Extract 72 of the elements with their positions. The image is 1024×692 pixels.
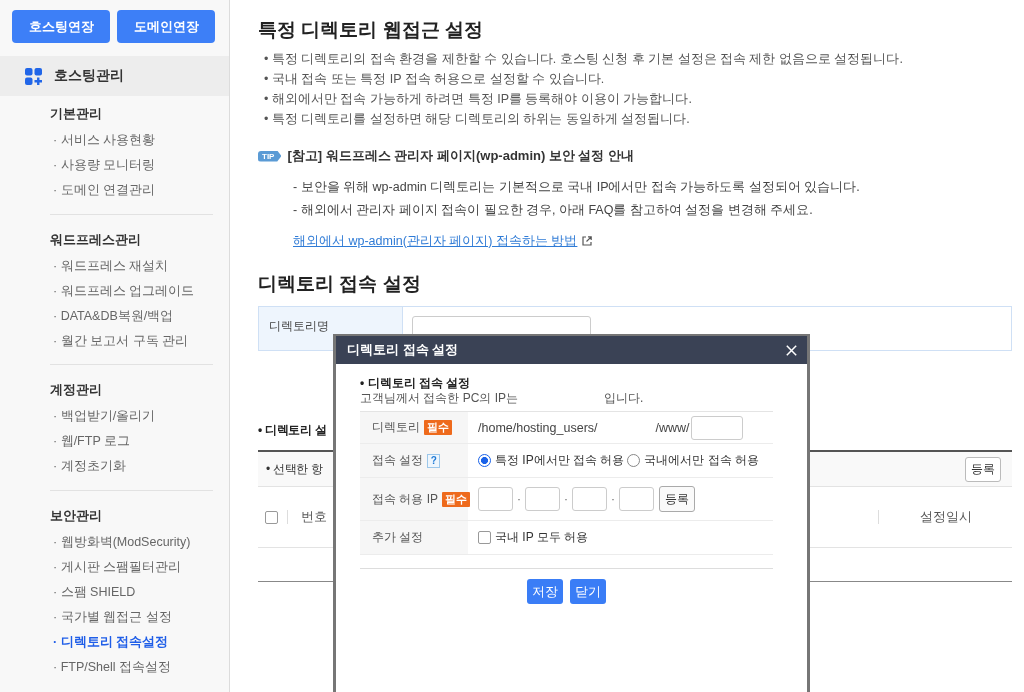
menu-title[interactable]: 호스팅관리	[54, 67, 124, 85]
select-all-checkbox[interactable]	[265, 510, 278, 524]
field-label: 접속 허용 IP	[372, 490, 438, 508]
field-label: 디렉토리	[372, 419, 420, 436]
page-title: 특정 디렉토리 웹접근 설정	[258, 18, 483, 42]
path-text: /www/	[655, 420, 690, 435]
ip-separator: ·	[611, 492, 615, 506]
menu-item[interactable]: · 디렉토리 접속설정	[50, 629, 169, 655]
ip-notice-text: 고객님께서 접속한 PC의 IP는	[360, 391, 518, 405]
menu-item[interactable]: · 웹방화벽(ModSecurity)	[50, 529, 191, 555]
menu-group-title: 기본관리	[50, 105, 102, 123]
menu-item[interactable]: · 사용량 모니터링	[50, 153, 156, 178]
radio-button[interactable]	[478, 454, 491, 467]
radio-label: 특정 IP에서만 접속 허용	[495, 452, 625, 469]
field-label: 접속 설정	[372, 452, 424, 469]
column-header: 설정일시	[919, 508, 972, 526]
register-button[interactable]: 등록	[965, 456, 1001, 482]
menu-item[interactable]: · 도메인 연결관리	[50, 178, 156, 203]
menu-item[interactable]: · 워드프레스 재설치	[50, 253, 169, 279]
menu-item[interactable]: · 월간 보고서 구독 관리	[50, 328, 189, 354]
ip-separator: ·	[517, 492, 521, 506]
ip-separator: ·	[564, 492, 568, 506]
menu-item[interactable]: · 스팸 SHIELD	[50, 579, 136, 605]
ip-notice-text: 입니다.	[604, 391, 644, 405]
menu-item[interactable]: · FTP/Shell 접속설정	[50, 654, 171, 680]
ip-input[interactable]	[478, 487, 513, 511]
menu-group-title: 계정관리	[50, 381, 102, 399]
menu-item[interactable]: · 국가별 웹접근 설정	[50, 604, 172, 630]
radio-label: 국내에서만 접속 허용	[644, 452, 759, 469]
ip-input[interactable]	[525, 487, 560, 511]
menu-group-title: 워드프레스관리	[50, 230, 141, 249]
close-icon[interactable]	[786, 344, 797, 356]
menu-item[interactable]: · 게시판 스팸필터관리	[50, 554, 182, 580]
radio-button[interactable]	[627, 454, 641, 467]
section-title: 디렉토리 접속 설정	[258, 272, 421, 296]
required-badge: 필수	[424, 420, 452, 435]
menu-item[interactable]: · 서비스 사용현황	[50, 128, 156, 153]
menu-item[interactable]: · 계정초기화	[50, 454, 126, 479]
domain-renewal-button[interactable]: 도메인연장	[117, 10, 215, 43]
subdirectory-input[interactable]	[690, 415, 743, 440]
hosting-renewal-button[interactable]: 호스팅연장	[12, 10, 110, 43]
path-text: /home/hosting_users/	[478, 420, 598, 435]
menu-item[interactable]: · 백업받기/올리기	[50, 404, 156, 429]
menu-item[interactable]: · 워드프레스 업그레이드	[50, 278, 195, 304]
faq-link[interactable]: 해외에서 wp-admin(관리자 페이지) 접속하는 방법	[293, 232, 593, 250]
dialog-section-title: • 디렉토리 접속 설정	[360, 376, 471, 391]
column-header: 번호	[301, 508, 327, 526]
tip-text: - 보안을 위해 wp-admin 디렉토리는 기본적으로 국내 IP에서만 접속 가능하도록 설정되어 있습니다.	[293, 178, 860, 196]
help-button[interactable]: ?	[427, 453, 441, 468]
tip-title: [참고] 워드프레스 관리자 페이지(wp-admin) 보안 설정 안내	[287, 147, 635, 165]
required-badge: 필수	[442, 491, 470, 507]
menu-item[interactable]: · 웹/FTP 로그	[50, 429, 130, 454]
checkbox[interactable]	[478, 531, 491, 544]
note-text: • 해외에서만 접속 가능하게 하려면 특정 IP를 등록해야 이용이 가능합니다.	[264, 91, 692, 108]
menu-group-title: 보안관리	[50, 506, 102, 525]
external-link-icon	[582, 236, 593, 246]
save-button[interactable]: 저장	[527, 579, 563, 604]
tip-text: - 해외에서 관리자 페이지 접속이 필요한 경우, 아래 FAQ를 참고하여 설정을 변경해 주세요.	[293, 201, 813, 219]
note-text: • 특정 디렉토리를 설정하면 해당 디렉토리의 하위는 동일하게 설정됩니다.	[264, 111, 690, 128]
toolbar-text: • 선택한 항	[266, 460, 323, 478]
note-text: • 특정 디렉토리의 접속 환경을 제한할 수 있습니다. 호스팅 신청 후 기본 설정은 접속 제한 없음으로 설정됩니다.	[264, 51, 903, 68]
note-text: • 국내 접속 또는 특정 IP 접속 허용으로 설정할 수 있습니다.	[264, 71, 605, 88]
grid-icon	[25, 67, 42, 85]
menu-item[interactable]: · DATA&DB복원/백업	[50, 303, 174, 329]
field-label: 추가 설정	[372, 529, 424, 546]
register-button[interactable]: 등록	[659, 486, 695, 512]
checkbox-label: 국내 IP 모두 허용	[495, 529, 589, 546]
tip-badge: TIP	[258, 150, 282, 162]
list-title: • 디렉토리 설	[258, 422, 327, 439]
close-button[interactable]: 닫기	[570, 579, 606, 604]
ip-input[interactable]	[619, 487, 654, 511]
ip-input[interactable]	[572, 487, 607, 511]
